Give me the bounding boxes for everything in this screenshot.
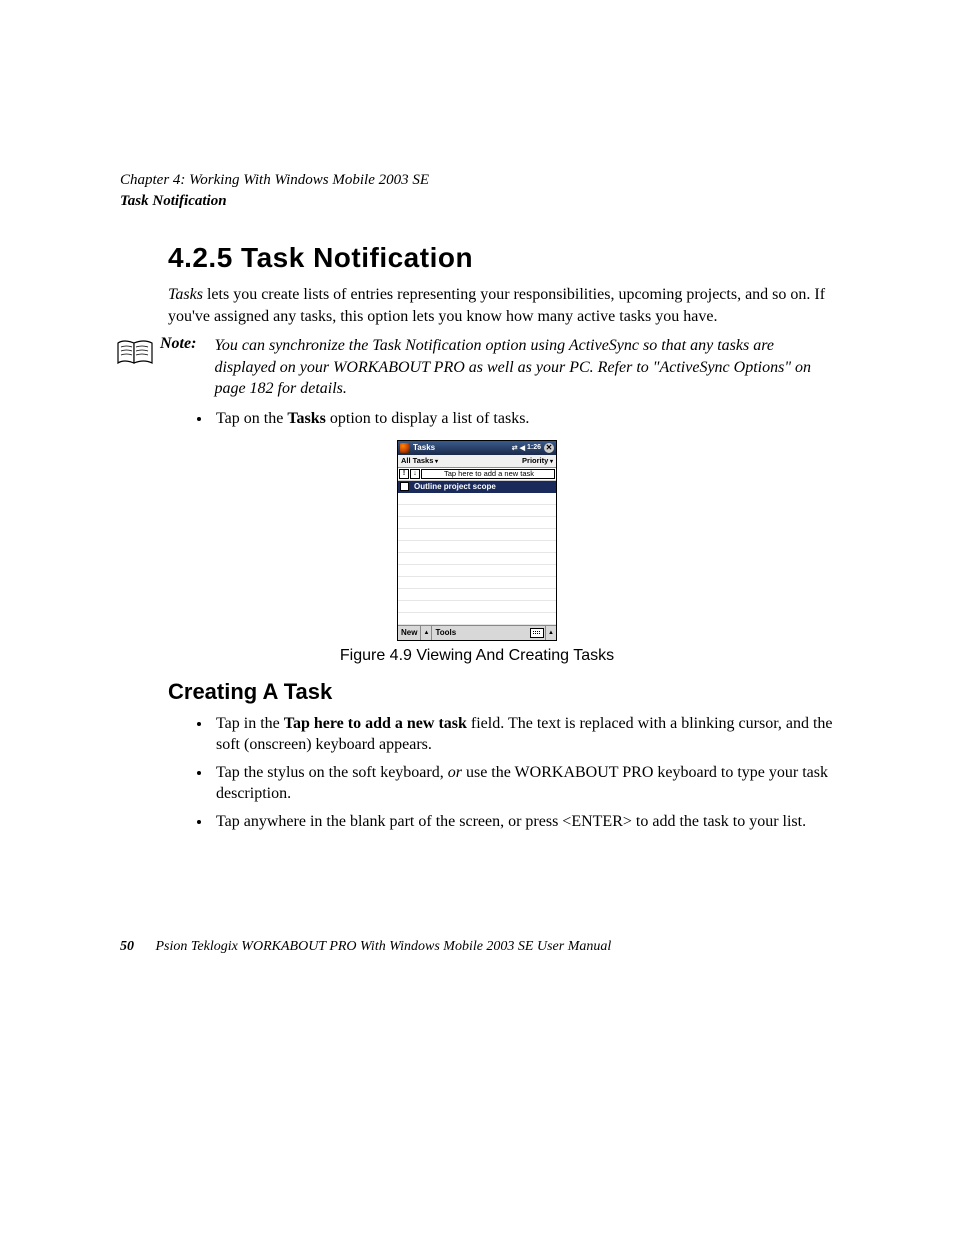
start-icon[interactable] bbox=[400, 443, 410, 453]
note-block: Note: You can synchronize the Task Notif… bbox=[110, 335, 834, 400]
list-item: Tap on the Tasks option to display a lis… bbox=[212, 408, 834, 430]
list-item: Tap in the Tap here to add a new task fi… bbox=[212, 713, 834, 756]
add-task-input[interactable]: Tap here to add a new task bbox=[421, 469, 555, 479]
wm-filter-bar: All Tasks Priority bbox=[398, 455, 556, 468]
note-label: Note: bbox=[160, 335, 196, 353]
page-number: 50 bbox=[120, 939, 134, 954]
intro-rest: lets you create lists of entries represe… bbox=[168, 286, 825, 325]
book-icon bbox=[110, 337, 160, 372]
clock-text: 1:26 bbox=[527, 444, 541, 451]
sync-icon: ⇄ bbox=[512, 444, 518, 452]
close-icon[interactable]: ✕ bbox=[544, 443, 554, 453]
filter-category-dropdown[interactable]: All Tasks bbox=[401, 456, 438, 465]
footer-title: Psion Teklogix WORKABOUT PRO With Window… bbox=[156, 939, 612, 954]
note-text: You can synchronize the Task Notificatio… bbox=[214, 335, 834, 400]
wm-add-row: ! ↓ Tap here to add a new task bbox=[398, 468, 556, 481]
wm-title: Tasks bbox=[413, 443, 435, 452]
wm-screenshot: Tasks ⇄ ◀ 1:26 ✕ All Tasks Priority ! ↓ … bbox=[397, 440, 557, 641]
menu-new[interactable]: New bbox=[398, 626, 421, 640]
page-footer: 50 Psion Teklogix WORKABOUT PRO With Win… bbox=[120, 939, 834, 955]
keyboard-icon[interactable] bbox=[530, 628, 544, 638]
task-label: Outline project scope bbox=[414, 482, 496, 491]
task-checkbox[interactable] bbox=[400, 482, 409, 491]
section-line: Task Notification bbox=[120, 191, 834, 212]
figure: Tasks ⇄ ◀ 1:26 ✕ All Tasks Priority ! ↓ … bbox=[120, 440, 834, 641]
wm-list-area[interactable] bbox=[398, 493, 556, 625]
wm-menubar: New ▲ Tools ▲ bbox=[398, 625, 556, 640]
sip-up-arrow-icon[interactable]: ▲ bbox=[545, 626, 556, 640]
running-header: Chapter 4: Working With Windows Mobile 2… bbox=[120, 170, 834, 212]
task-row[interactable]: Outline project scope bbox=[398, 481, 556, 493]
menu-up-arrow-icon[interactable]: ▲ bbox=[421, 626, 432, 640]
instruction-list-2: Tap in the Tap here to add a new task fi… bbox=[168, 713, 834, 833]
subheading: Creating A Task bbox=[168, 679, 834, 705]
wm-titlebar: Tasks ⇄ ◀ 1:26 ✕ bbox=[398, 441, 556, 455]
figure-caption: Figure 4.9 Viewing And Creating Tasks bbox=[120, 647, 834, 665]
section-heading: 4.2.5 Task Notification bbox=[168, 242, 834, 274]
intro-lead: Tasks bbox=[168, 286, 203, 303]
priority-high-button[interactable]: ! bbox=[399, 469, 409, 479]
list-item: Tap the stylus on the soft keyboard, or … bbox=[212, 762, 834, 805]
chapter-line: Chapter 4: Working With Windows Mobile 2… bbox=[120, 170, 834, 191]
intro-paragraph: Tasks lets you create lists of entries r… bbox=[168, 284, 834, 327]
instruction-list-1: Tap on the Tasks option to display a lis… bbox=[168, 408, 834, 430]
speaker-icon: ◀ bbox=[520, 444, 525, 452]
filter-sort-dropdown[interactable]: Priority bbox=[522, 456, 553, 465]
list-item: Tap anywhere in the blank part of the sc… bbox=[212, 811, 834, 833]
menu-tools[interactable]: Tools bbox=[432, 626, 459, 640]
priority-low-button[interactable]: ↓ bbox=[410, 469, 420, 479]
